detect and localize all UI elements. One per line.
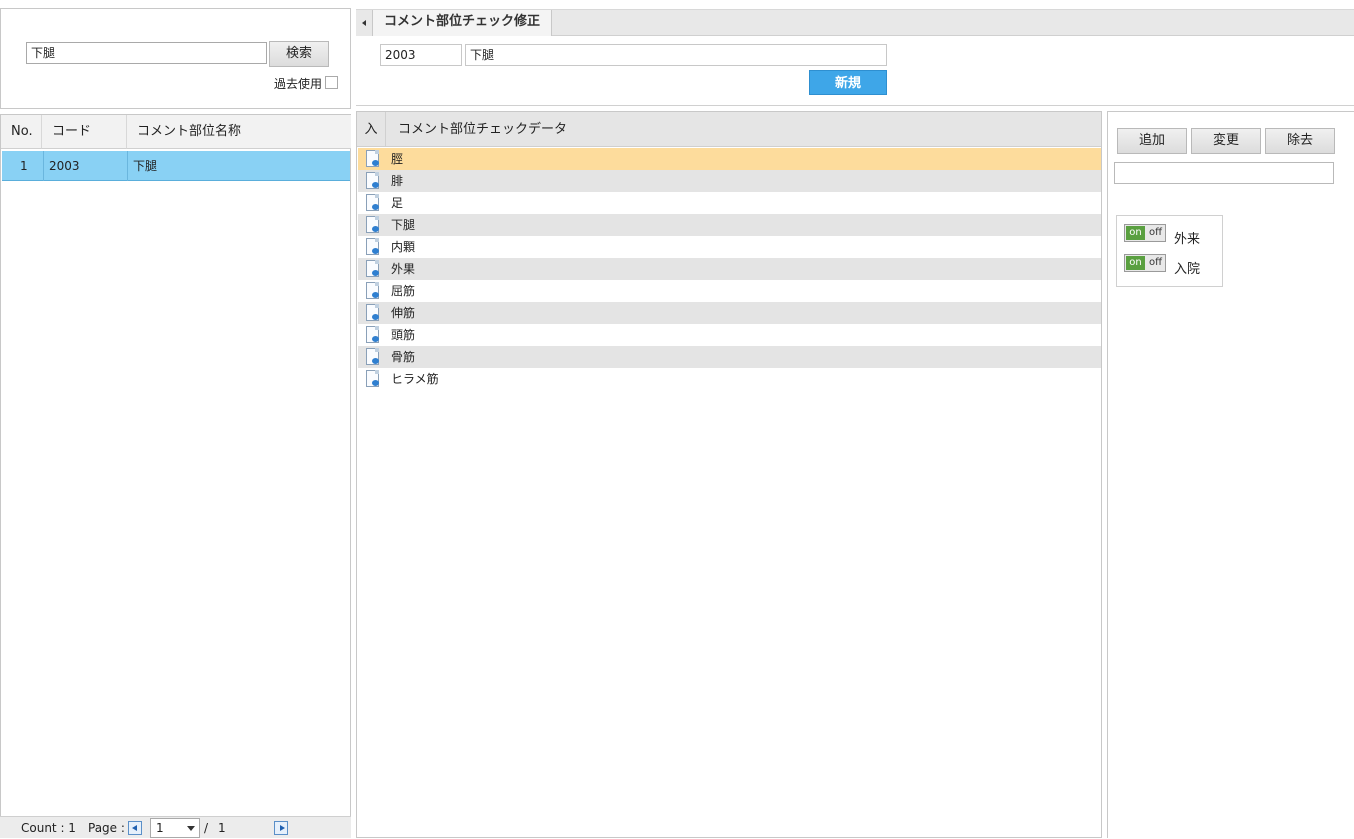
- inpatient-toggle[interactable]: on off: [1124, 254, 1166, 272]
- list-item-label: ヒラメ筋: [391, 372, 439, 386]
- insert-document-icon[interactable]: [366, 216, 379, 233]
- list-item-label: 足: [391, 196, 404, 210]
- past-use-label: 過去使用: [273, 77, 322, 91]
- insert-document-icon[interactable]: [366, 282, 379, 299]
- tab-bar: コメント部位チェック修正: [356, 9, 1354, 37]
- list-item[interactable]: 腓: [358, 170, 1101, 192]
- row-name: 下腿: [133, 159, 158, 173]
- column-header-no[interactable]: No.: [1, 115, 42, 149]
- table-row[interactable]: 1 2003 下腿: [2, 151, 350, 181]
- page-separator: /: [204, 821, 209, 835]
- insert-document-icon[interactable]: [366, 150, 379, 167]
- list-item-label: 屈筋: [391, 284, 416, 298]
- page-select[interactable]: 1: [150, 818, 200, 838]
- name-field[interactable]: 下腿: [465, 44, 887, 66]
- count-label: Count : 1: [21, 821, 76, 835]
- toggle-off-label: off: [1148, 227, 1162, 238]
- list-item-label: 外果: [391, 262, 416, 276]
- list-item[interactable]: ヒラメ筋: [358, 368, 1101, 390]
- collapse-left-icon[interactable]: [356, 10, 373, 36]
- toggle-on-label: on: [1126, 256, 1145, 270]
- search-panel: 下腿 検索 過去使用: [0, 8, 351, 109]
- pager: Count : 1 Page : 1 / 1: [0, 816, 351, 838]
- outpatient-label: 外来: [1174, 232, 1201, 247]
- insert-document-icon[interactable]: [366, 348, 379, 365]
- list-item-label: 伸筋: [391, 306, 416, 320]
- code-field[interactable]: 2003: [380, 44, 462, 66]
- column-header-in: 入: [357, 112, 386, 147]
- list-item[interactable]: 伸筋: [358, 302, 1101, 324]
- tab-comment-check-edit[interactable]: コメント部位チェック修正: [373, 10, 552, 37]
- column-header-name[interactable]: コメント部位名称: [127, 115, 351, 149]
- column-header-code[interactable]: コード: [42, 115, 127, 149]
- list-item[interactable]: 骨筋: [358, 346, 1101, 368]
- list-item-label: 腓: [391, 174, 404, 188]
- search-button[interactable]: 検索: [269, 41, 329, 67]
- result-table: No. コード コメント部位名称 1 2003 下腿: [0, 114, 351, 838]
- remove-button[interactable]: 除去: [1265, 128, 1335, 154]
- list-item-label: 脛: [391, 152, 404, 166]
- next-page-icon[interactable]: [274, 821, 288, 835]
- check-data-list: 入 コメント部位チェックデータ 脛腓足下腿内顆外果屈筋伸筋頭筋骨筋ヒラメ筋: [356, 111, 1102, 838]
- insert-document-icon[interactable]: [366, 304, 379, 321]
- list-item[interactable]: 脛: [358, 148, 1101, 170]
- insert-document-icon[interactable]: [366, 194, 379, 211]
- past-use-checkbox[interactable]: [325, 76, 338, 89]
- list-item[interactable]: 内顆: [358, 236, 1101, 258]
- list-item-label: 下腿: [391, 218, 416, 232]
- list-item-label: 内顆: [391, 240, 416, 254]
- toggle-group: on off 外来 on off 入院: [1116, 215, 1223, 287]
- prev-page-icon[interactable]: [128, 821, 142, 835]
- outpatient-toggle[interactable]: on off: [1124, 224, 1166, 242]
- insert-document-icon[interactable]: [366, 238, 379, 255]
- add-button[interactable]: 追加: [1117, 128, 1187, 154]
- insert-document-icon[interactable]: [366, 260, 379, 277]
- list-item[interactable]: 下腿: [358, 214, 1101, 236]
- inpatient-label: 入院: [1174, 262, 1201, 277]
- action-panel: 追加 変更 除去 on off 外来 on off 入院: [1107, 111, 1354, 838]
- list-item-label: 頭筋: [391, 328, 416, 342]
- total-pages: 1: [218, 821, 226, 835]
- toggle-off-label: off: [1148, 257, 1162, 268]
- insert-document-icon[interactable]: [366, 172, 379, 189]
- insert-document-icon[interactable]: [366, 370, 379, 387]
- toggle-on-label: on: [1126, 226, 1145, 240]
- list-item-label: 骨筋: [391, 350, 416, 364]
- search-input[interactable]: 下腿: [26, 42, 267, 64]
- list-item[interactable]: 外果: [358, 258, 1101, 280]
- new-button[interactable]: 新規: [809, 70, 887, 95]
- list-item[interactable]: 足: [358, 192, 1101, 214]
- row-code: 2003: [43, 151, 128, 181]
- data-input[interactable]: [1114, 162, 1334, 184]
- change-button[interactable]: 変更: [1191, 128, 1261, 154]
- insert-document-icon[interactable]: [366, 326, 379, 343]
- column-header-check-data: コメント部位チェックデータ: [386, 112, 1101, 147]
- list-item[interactable]: 頭筋: [358, 324, 1101, 346]
- row-no: 1: [20, 159, 28, 173]
- page-label: Page :: [88, 821, 125, 835]
- list-item[interactable]: 屈筋: [358, 280, 1101, 302]
- edit-form: 2003 下腿 新規: [356, 36, 1354, 106]
